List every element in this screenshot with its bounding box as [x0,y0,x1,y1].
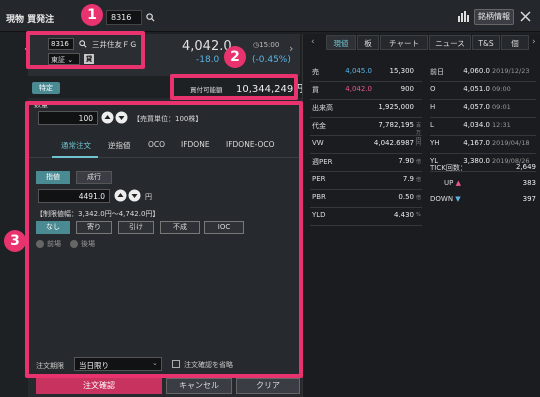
tick-up-row: UP ▲ 383 [430,177,536,192]
quote-label: 買 [312,86,319,94]
quote-label: YLD [312,211,326,219]
row-divider [310,225,422,226]
annotation-number-1: 1 [81,4,103,26]
quote-row: 代金 7,782,195 百万円 [310,118,422,143]
chart-icon[interactable] [458,11,470,22]
account-type-badge[interactable]: 特定 [32,82,60,94]
clear-button[interactable]: クリア [236,378,300,394]
price-info-row: O 4,051.0 09:00 [430,82,536,100]
info-date: 2019/12/23 [492,67,530,75]
quote-label: PER [312,175,326,183]
info-date: 09:00 [492,85,511,93]
title-code-input[interactable]: 8316 [106,10,142,25]
quote-row: 売 4,045.0 15,300 [310,64,422,82]
annotation-number-2: 2 [224,46,246,68]
info-value: 4,167.0 [463,139,490,147]
tab-news[interactable]: ニュース [429,35,471,50]
tick-down-text: DOWN [430,195,454,203]
info-date: 2019/04/18 [492,139,530,147]
tick-up-text: UP [444,179,454,187]
quote-value: 0.50 [398,193,414,201]
quote-price: 4,042.0 [345,85,372,93]
quote-row: 買 4,042.0 900 [310,82,422,100]
quote-row: 週PER 7.90 倍 [310,154,422,172]
chevron-left-icon[interactable]: ‹ [311,37,315,47]
cancel-button[interactable]: キャンセル [166,378,232,394]
info-value: 4,051.0 [463,85,490,93]
brand-info-button[interactable]: 銘柄情報 [474,9,514,25]
quote-row: VW 4,042.6987 円 [310,136,422,154]
tick-down-label: DOWN ▼ [430,195,461,203]
annotation-number-3: 3 [4,230,26,252]
tab-chart[interactable]: チャート [380,35,428,50]
price-info-row: 前日 4,060.0 2019/12/23 [430,64,536,82]
quote-label: 出来高 [312,104,333,112]
price-info-row: YH 4,167.0 2019/04/18 [430,136,536,154]
tab-individual[interactable]: 個 [501,35,529,50]
quote-value: 7,782,195 [378,121,414,129]
tick-up-label: UP ▲ [444,179,461,187]
tick-label: TICK回数： [430,164,467,172]
info-label: L [430,121,434,129]
tab-current-price[interactable]: 現値 [326,35,356,50]
price-change: -18.0 [196,55,220,65]
quote-label: VW [312,139,324,147]
quote-row: YLD 4.430% [310,208,422,226]
info-value: 4,060.0 [463,67,490,75]
info-label: H [430,103,436,111]
info-date: 09:01 [492,103,511,111]
price-change-pct: (-0.45%) [252,55,291,65]
order-confirm-button[interactable]: 注文確認 [36,378,162,394]
tick-up-value: 383 [522,179,536,187]
quote-price: 4,045.0 [345,67,372,75]
quote-value: 15,300 [389,67,415,75]
quote-label: 週PER [312,158,333,166]
chevron-right-icon[interactable]: › [532,37,536,47]
info-value: 4,034.0 [463,121,490,129]
quote-row: 出来高 1,925,000 [310,100,422,118]
quote-unit: 倍 [416,195,422,201]
price-info-row: H 4,057.0 09:01 [430,100,536,118]
close-icon[interactable] [520,11,531,22]
info-value: 4,057.0 [463,103,490,111]
search-icon[interactable] [146,13,155,22]
info-label: 前日 [430,68,444,76]
quote-unit: 倍 [416,177,422,183]
price-info-row: L 4,034.0 12:31 [430,118,536,136]
tick-down-value: 397 [522,195,536,203]
quote-row: PBR 0.50 倍 [310,190,422,208]
quote-value: 7.90 [398,157,414,165]
info-label: YH [430,139,440,147]
quote-value: 4,042.6987 [373,139,414,147]
annotation-box-3 [25,101,303,378]
chevron-right-icon[interactable]: › [289,42,293,55]
quote-label: PBR [312,193,326,201]
quote-unit: 倍 [416,159,422,165]
tick-down-row: DOWN ▼ 397 [430,193,536,208]
quote-value: 900 [400,85,414,93]
quote-row: PER 7.9 倍 [310,172,422,190]
quote-label: 売 [312,68,319,76]
info-date: 12:31 [492,121,511,129]
quote-unit: % [416,212,421,218]
info-label: O [430,85,436,93]
triangle-up-icon: ▲ [455,179,461,187]
annotation-box-1 [26,31,145,69]
quote-value: 1,925,000 [378,103,414,111]
price-time: ◷15:00 [253,41,279,49]
tick-count-row: TICK回数： 2,649 [430,161,536,176]
price-time-value: 15:00 [259,41,280,49]
window-title: 現物 買発注 [6,15,55,25]
quote-label: 代金 [312,122,326,130]
tab-time-and-sales[interactable]: T&S [472,35,500,50]
triangle-down-icon: ▼ [455,195,461,203]
quote-unit: 円 [416,141,422,147]
annotation-box-2 [170,74,298,100]
tab-board[interactable]: 板 [357,35,379,50]
quote-value: 4.430 [393,211,414,219]
tick-count: 2,649 [515,163,536,171]
quote-value: 7.9 [402,175,414,183]
